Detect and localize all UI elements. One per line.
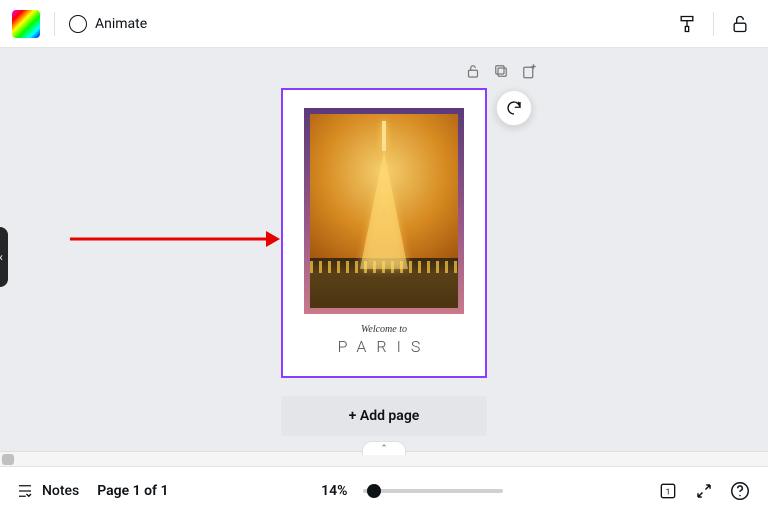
fullscreen-button[interactable] bbox=[692, 479, 716, 503]
help-button[interactable] bbox=[728, 479, 752, 503]
help-icon bbox=[729, 480, 751, 502]
refresh-icon bbox=[505, 99, 523, 117]
bottom-left-group: Notes Page 1 of 1 bbox=[16, 482, 169, 500]
bottom-bar: Notes Page 1 of 1 14% 1 bbox=[0, 466, 768, 515]
add-page-button[interactable]: + Add page bbox=[281, 396, 487, 436]
bottom-right-group: 1 bbox=[656, 479, 752, 503]
eiffel-tower-photo[interactable] bbox=[310, 114, 458, 308]
style-brush-button[interactable] bbox=[671, 8, 703, 40]
scrollbar-thumb[interactable] bbox=[2, 454, 14, 465]
zoom-slider[interactable] bbox=[363, 489, 503, 493]
expand-icon bbox=[695, 482, 713, 500]
caption-welcome[interactable]: Welcome to bbox=[361, 324, 407, 335]
toolbar-right-group bbox=[671, 8, 756, 40]
grid-view-button[interactable]: 1 bbox=[656, 479, 680, 503]
timeline-expand-handle[interactable]: ⌃ bbox=[362, 441, 406, 455]
annotation-arrow bbox=[70, 224, 280, 254]
horizontal-scrollbar[interactable]: ⌃ bbox=[0, 451, 768, 466]
zoom-percent[interactable]: 14% bbox=[321, 483, 347, 499]
caption-city[interactable]: PARIS bbox=[338, 337, 431, 356]
brush-icon bbox=[677, 14, 697, 34]
canvas-area: Welcome to PARIS + Add page ⌃ bbox=[0, 48, 768, 466]
notes-icon bbox=[16, 482, 34, 500]
page-controls bbox=[464, 62, 538, 80]
notes-label: Notes bbox=[42, 483, 79, 499]
animate-label: Animate bbox=[95, 16, 147, 32]
lock-button[interactable] bbox=[724, 8, 756, 40]
color-picker[interactable] bbox=[12, 10, 40, 38]
toolbar-left-group: Animate bbox=[12, 10, 147, 38]
page-indicator[interactable]: Page 1 of 1 bbox=[97, 483, 168, 499]
new-page-icon[interactable] bbox=[520, 62, 538, 80]
bottom-center-group: 14% bbox=[321, 483, 503, 499]
divider bbox=[54, 12, 55, 36]
zoom-slider-knob[interactable] bbox=[367, 484, 381, 498]
page-lock-icon[interactable] bbox=[464, 62, 482, 80]
duplicate-page-icon[interactable] bbox=[492, 62, 510, 80]
unlock-icon bbox=[730, 14, 750, 34]
animate-icon bbox=[69, 15, 87, 33]
regenerate-button[interactable] bbox=[496, 90, 532, 126]
animate-button[interactable]: Animate bbox=[69, 15, 147, 33]
notes-button[interactable]: Notes bbox=[16, 482, 79, 500]
svg-text:1: 1 bbox=[666, 487, 671, 497]
top-toolbar: Animate bbox=[0, 0, 768, 48]
divider bbox=[713, 12, 714, 36]
design-page[interactable]: Welcome to PARIS bbox=[281, 88, 487, 378]
add-page-label: + Add page bbox=[349, 408, 420, 424]
sidebar-collapse-handle[interactable] bbox=[0, 227, 8, 287]
grid-icon: 1 bbox=[658, 481, 678, 501]
photo-frame[interactable] bbox=[304, 108, 464, 314]
page-wrapper: Welcome to PARIS bbox=[281, 88, 487, 378]
